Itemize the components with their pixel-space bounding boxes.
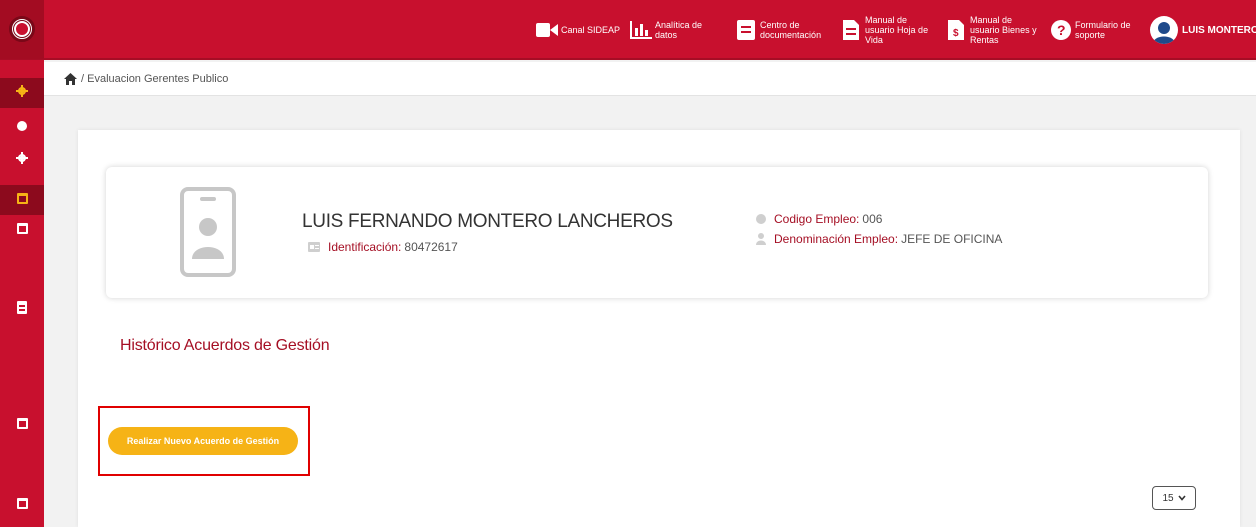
position-label: Denominación Empleo: [774, 232, 899, 246]
nav-label: Centro de documentación [760, 20, 822, 40]
sidebar [0, 60, 44, 527]
sidebar-item-document[interactable] [0, 295, 44, 325]
identification-value: 80472617 [404, 240, 458, 254]
chevron-down-icon [1177, 495, 1186, 501]
nav-manual-bienes-rentas[interactable]: $ Manual de usuario Bienes y Rentas [945, 15, 1040, 45]
sidebar-item-calendar-3[interactable] [0, 490, 44, 520]
employee-name: LUIS FERNANDO MONTERO LANCHEROS [302, 211, 673, 232]
sidebar-item-calendar[interactable] [0, 215, 44, 245]
svg-text:$: $ [953, 28, 959, 39]
employee-code-line: Codigo Empleo: 006 [756, 212, 882, 226]
question-circle-icon: ? [1050, 19, 1072, 41]
calendar-icon [16, 191, 28, 209]
bar-chart-icon [630, 19, 653, 41]
breadcrumb-current: / Evaluacion Gerentes Publico [81, 72, 229, 85]
sidebar-item-config[interactable] [0, 145, 44, 175]
sidebar-item-settings[interactable] [0, 78, 44, 108]
top-navbar: Canal SIDEAP Analítica de datos Centro d… [0, 0, 1256, 60]
employee-code-value: 006 [862, 212, 883, 226]
employee-profile-card: LUIS FERNANDO MONTERO LANCHEROS Identifi… [106, 167, 1208, 298]
employee-code-label: Codigo Empleo: [774, 212, 860, 226]
manual-document-icon [840, 19, 862, 41]
nav-label: Formulario de soporte [1075, 20, 1131, 40]
document-icon [17, 301, 27, 319]
calendar-icon [16, 496, 28, 514]
user-menu[interactable]: LUIS MONTERO [1150, 0, 1256, 60]
nav-centro-documentacion[interactable]: Centro de documentación [735, 19, 830, 41]
nav-label: Manual de usuario Bienes y Rentas [970, 15, 1037, 45]
nav-label: Canal SIDEAP [561, 25, 621, 35]
calendar-icon [16, 221, 28, 239]
document-list-icon [735, 19, 757, 41]
identification-line: Identificación: 80472617 [308, 240, 458, 254]
breadcrumb: / Evaluacion Gerentes Publico [44, 62, 1256, 96]
sidebar-item-calendar-active[interactable] [0, 185, 44, 215]
money-document-icon: $ [945, 19, 967, 41]
svg-text:?: ? [1057, 22, 1066, 38]
identification-label: Identificación: [328, 240, 402, 254]
gear-icon [16, 84, 28, 102]
nav-manual-hoja-vida[interactable]: Manual de usuario Hoja de Vida [840, 15, 935, 45]
nav-label: Analítica de datos [655, 20, 703, 40]
main-content-card: LUIS FERNANDO MONTERO LANCHEROS Identifi… [78, 130, 1240, 527]
circle-icon [17, 118, 27, 136]
app-logo-cell[interactable] [0, 0, 44, 59]
user-avatar-icon [1150, 16, 1178, 44]
person-icon [756, 233, 766, 245]
calendar-icon [16, 416, 28, 434]
nav-formulario-soporte[interactable]: ? Formulario de soporte [1050, 19, 1145, 41]
video-camera-icon [536, 19, 558, 41]
section-title: Histórico Acuerdos de Gestión [120, 337, 330, 354]
page-size-value: 15 [1162, 492, 1174, 504]
gear-icon [16, 151, 28, 169]
new-management-agreement-button[interactable]: Realizar Nuevo Acuerdo de Gestión [108, 427, 298, 455]
user-name: LUIS MONTERO [1182, 24, 1256, 36]
sidebar-item-calendar-2[interactable] [0, 410, 44, 440]
nav-analitica-datos[interactable]: Analítica de datos [630, 19, 725, 41]
header-nav: Canal SIDEAP Analítica de datos Centro d… [536, 0, 1155, 60]
page-size-select[interactable]: 15 [1152, 486, 1196, 510]
sidebar-item-info[interactable] [0, 112, 44, 142]
home-icon[interactable] [64, 72, 77, 85]
position-value: JEFE DE OFICINA [901, 232, 1003, 246]
app-logo-icon[interactable] [9, 16, 35, 42]
nav-canal-sideap[interactable]: Canal SIDEAP [536, 19, 620, 41]
nav-label: Manual de usuario Hoja de Vida [865, 15, 929, 45]
code-icon [756, 214, 766, 224]
id-card-icon [308, 242, 320, 252]
id-badge-icon [180, 187, 236, 277]
position-line: Denominación Empleo: JEFE DE OFICINA [756, 232, 1002, 246]
